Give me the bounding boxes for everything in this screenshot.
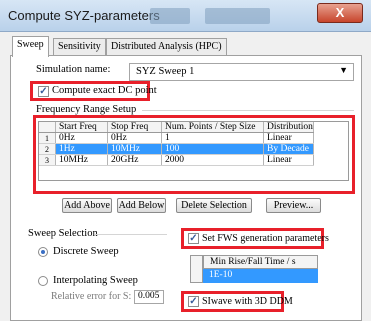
- fws-checkbox[interactable]: ✓: [188, 233, 199, 244]
- title-bar-blur: [150, 8, 190, 24]
- dc-point-label: Compute exact DC point: [52, 85, 157, 96]
- window-title: Compute SYZ-parameters: [8, 8, 160, 23]
- add-above-button[interactable]: Add Above: [62, 198, 112, 213]
- close-button[interactable]: X: [317, 3, 363, 23]
- simulation-name-label: Simulation name:: [36, 64, 111, 75]
- dc-point-checkbox[interactable]: ✓: [38, 86, 49, 97]
- sweep-selection-label: Sweep Selection: [28, 228, 98, 239]
- siwave-label: SIwave with 3D DDM: [202, 296, 293, 307]
- fws-label: Set FWS generation parameters: [202, 233, 329, 244]
- interpolating-sweep-radio[interactable]: [38, 276, 48, 286]
- discrete-sweep-radio[interactable]: [38, 247, 48, 257]
- title-bar: Compute SYZ-parameters X: [0, 0, 371, 32]
- fws-table[interactable]: Min Rise/Fall Time / s 1E-10: [203, 255, 321, 287]
- delete-selection-button[interactable]: Delete Selection: [176, 198, 252, 213]
- tab-sensitivity[interactable]: Sensitivity: [53, 38, 106, 55]
- group-divider: [142, 110, 354, 111]
- group-divider: [95, 234, 167, 235]
- tab-sweep[interactable]: Sweep: [12, 36, 49, 57]
- title-bar-blur: [205, 8, 270, 24]
- add-below-button[interactable]: Add Below: [117, 198, 166, 213]
- tab-distributed-analysis[interactable]: Distributed Analysis (HPC): [106, 38, 227, 55]
- frequency-range-label: Frequency Range Setup: [36, 104, 137, 115]
- fws-row-header: [190, 255, 203, 283]
- simulation-name-value: SYZ Sweep 1: [136, 66, 195, 77]
- discrete-sweep-label: Discrete Sweep: [53, 246, 119, 257]
- interpolating-sweep-label: Interpolating Sweep: [53, 275, 138, 286]
- simulation-name-field[interactable]: SYZ Sweep 1 ▼: [129, 63, 354, 81]
- relative-error-label: Relative error for S:: [51, 291, 132, 302]
- chevron-down-icon[interactable]: ▼: [339, 65, 348, 75]
- siwave-checkbox[interactable]: ✓: [188, 296, 199, 307]
- relative-error-field[interactable]: 0.005: [134, 290, 164, 304]
- fws-column-header: Min Rise/Fall Time / s: [203, 255, 318, 269]
- frequency-table-highlight: [33, 115, 355, 194]
- fws-value-cell[interactable]: 1E-10: [203, 269, 318, 283]
- preview-button[interactable]: Preview...: [266, 198, 321, 213]
